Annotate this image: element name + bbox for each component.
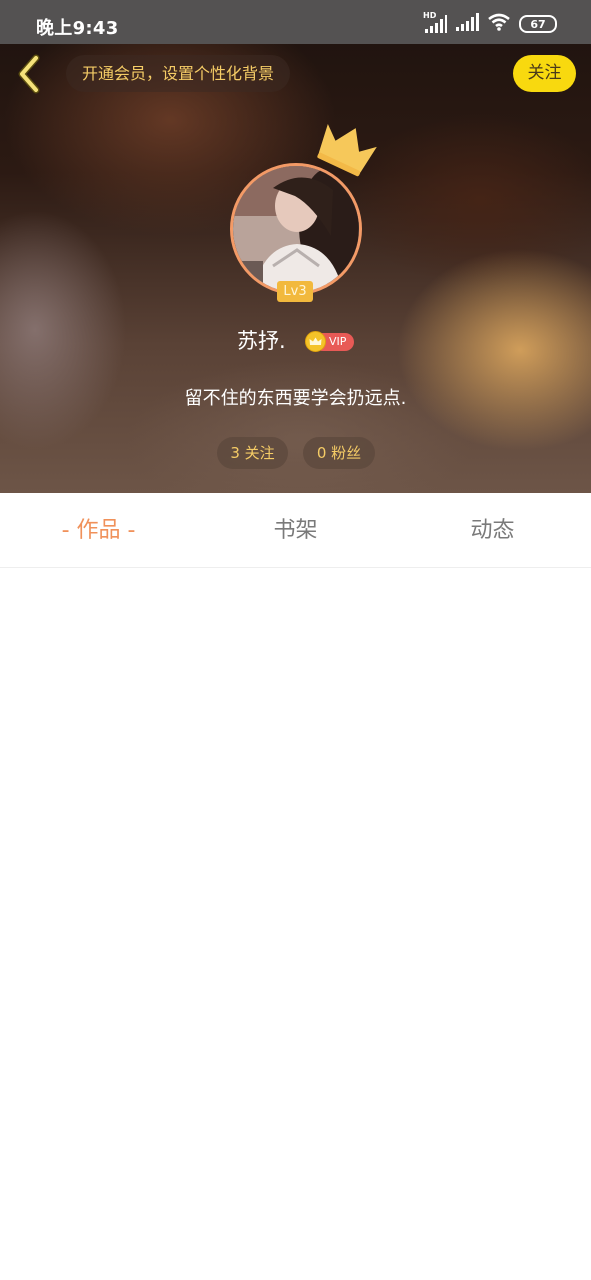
followers-count[interactable]: 0 粉丝: [303, 437, 375, 469]
wifi-icon: [487, 12, 511, 36]
vip-label: VIP: [329, 335, 347, 348]
network-label: HD: [423, 11, 437, 20]
status-bar: 晚上9:43 HD 67: [0, 0, 591, 44]
tab-activity[interactable]: 动态: [394, 493, 591, 567]
vip-background-banner[interactable]: 开通会员，设置个性化背景: [66, 55, 291, 92]
avatar[interactable]: [230, 163, 362, 295]
hd-signal-icon: HD: [423, 11, 447, 34]
vip-crown-coin-icon: [305, 331, 326, 352]
status-icons: HD 67: [423, 11, 557, 36]
content-area: [0, 568, 591, 1280]
follow-button[interactable]: 关注: [513, 55, 576, 92]
following-count[interactable]: 3 关注: [217, 437, 288, 469]
tab-bookshelf[interactable]: 书架: [197, 493, 394, 567]
back-button[interactable]: [10, 52, 50, 96]
profile-tabs: - 作品 - 书架 动态: [0, 493, 591, 568]
status-time: 晚上9:43: [36, 18, 119, 39]
signal-icon: [455, 12, 479, 36]
vip-badge[interactable]: VIP: [305, 331, 354, 352]
chevron-left-icon: [18, 54, 40, 94]
level-badge: Lv3: [277, 281, 313, 302]
battery-icon: 67: [519, 15, 557, 33]
tab-works[interactable]: - 作品 -: [0, 493, 197, 567]
username: 苏抒.: [237, 329, 286, 353]
bio: 留不住的东西要学会扔远点.: [184, 388, 407, 409]
